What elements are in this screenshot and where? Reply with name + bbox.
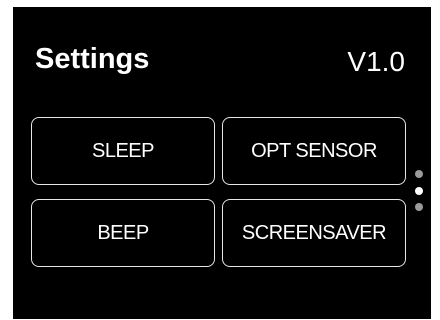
- device-screen: Settings V1.0 SLEEP OPT SENSOR BEEP SCRE…: [13, 7, 431, 319]
- sleep-button[interactable]: SLEEP: [31, 117, 215, 185]
- page-dot-3[interactable]: [415, 203, 423, 211]
- screensaver-button[interactable]: SCREENSAVER: [222, 199, 406, 267]
- page-dot-1[interactable]: [415, 170, 423, 178]
- beep-button[interactable]: BEEP: [31, 199, 215, 267]
- version-label: V1.0: [347, 46, 405, 77]
- page-title: Settings: [35, 43, 150, 75]
- page-dot-2-active[interactable]: [415, 187, 423, 195]
- opt-sensor-button[interactable]: OPT SENSOR: [222, 117, 406, 185]
